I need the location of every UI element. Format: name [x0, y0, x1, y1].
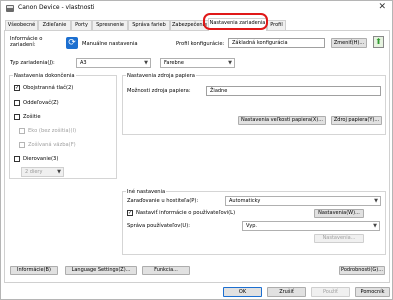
device-type-select[interactable]: A3 ▼	[76, 58, 151, 68]
cancel-button[interactable]: Zrušiť	[267, 287, 306, 297]
duplex-label: Obojstranná tlač(2)	[23, 85, 74, 91]
spool-select[interactable]: Automaticky ▼	[225, 196, 381, 206]
finishing-title: Nastavenia dokončenia	[13, 73, 76, 79]
ok-button[interactable]: OK	[223, 287, 262, 297]
tab-color-management[interactable]: Správa farieb	[128, 20, 170, 30]
paper-source-option-label: Možnosti zdroja papiera:	[127, 88, 191, 94]
tab-sharing[interactable]: Zdieľanie	[38, 20, 71, 30]
paper-source-group: Nastavenia zdroja papiera Možnosti zdroj…	[122, 73, 386, 135]
tab-ports[interactable]: Porty	[71, 20, 92, 30]
saddle-label: Zošívaná väzba(F)	[28, 142, 76, 148]
spool-value: Automaticky	[229, 198, 261, 204]
config-profile-label: Profil konfigurácie:	[176, 41, 225, 47]
chevron-down-icon: ▼	[144, 60, 148, 66]
chevron-down-icon: ▼	[373, 223, 377, 229]
printer-icon	[6, 5, 14, 12]
separator-checkbox[interactable]	[14, 100, 20, 106]
properties-window: Canon Device - vlastnosti ✕ Všeobecné Zd…	[0, 0, 393, 300]
paper-size-settings-button[interactable]: Nastavenia veľkosti papiera(X)...	[238, 116, 326, 125]
finishing-group: Nastavenia dokončenia ✓ Obojstranná tlač…	[9, 73, 117, 179]
punch-checkbox[interactable]	[14, 156, 20, 162]
stapler-checkbox[interactable]	[14, 114, 20, 120]
title-bar: Canon Device - vlastnosti ✕	[1, 1, 392, 17]
chevron-down-icon: ▼	[57, 169, 61, 175]
paper-source-option-field: Žiadne	[206, 86, 381, 96]
holes-select[interactable]: 2 diery ▼	[21, 167, 64, 177]
settings-button[interactable]: Nastavenia...	[314, 234, 364, 243]
separator-label: Oddeľovač(Z)	[23, 100, 59, 106]
user-info-label: Nastaviť informácie o používateľovi(L)	[136, 210, 236, 216]
color-mode-select[interactable]: Farebne ▼	[160, 58, 235, 68]
change-button[interactable]: Zmeniť(H)...	[331, 38, 367, 48]
help-button[interactable]: Pomocník	[355, 287, 390, 297]
device-settings-panel: Informácie o zariadení: ⟳ Manuálne nasta…	[4, 30, 390, 283]
user-mgmt-label: Správa používateľov(U):	[127, 223, 190, 229]
spool-label: Zaraďovanie u hostiteľa(P):	[127, 198, 199, 204]
tab-advanced[interactable]: Spresnenie	[92, 20, 128, 30]
device-type-label: Typ zariadenia(J):	[10, 60, 55, 66]
sync-icon[interactable]: ⟳	[66, 37, 78, 49]
window-title: Canon Device - vlastnosti	[18, 4, 95, 11]
tab-general[interactable]: Všeobecné	[5, 20, 38, 30]
info-button[interactable]: Informácie(B)	[10, 266, 58, 275]
user-settings-button[interactable]: Nastavenia(W)...	[314, 209, 364, 218]
duplex-checkbox[interactable]: ✓	[14, 85, 20, 91]
paper-source-title: Nastavenia zdroja papiera	[126, 73, 196, 79]
other-settings-title: Iné nastavenia	[126, 189, 167, 195]
chevron-down-icon: ▼	[374, 198, 378, 204]
punch-label: Dierovanie(3)	[23, 156, 59, 162]
config-profile-field: Základná konfigurácia	[228, 38, 325, 48]
manual-settings-label: Manuálne nastavenia	[82, 41, 138, 47]
highlight-ring	[203, 13, 268, 30]
user-mgmt-value: Vyp.	[246, 223, 258, 229]
chevron-down-icon: ▼	[228, 60, 232, 66]
other-settings-group: Iné nastavenia Zaraďovanie u hostiteľa(P…	[122, 189, 386, 255]
color-mode-value: Farebne	[164, 60, 184, 66]
apply-button[interactable]: Použiť	[311, 287, 350, 297]
stapleless-checkbox[interactable]	[19, 128, 25, 134]
close-icon[interactable]: ✕	[378, 2, 386, 12]
user-mgmt-select[interactable]: Vyp. ▼	[242, 221, 380, 231]
details-button[interactable]: Podrobnosti(G)...	[339, 266, 385, 275]
function-button[interactable]: Funkcia...	[142, 266, 190, 275]
user-info-checkbox[interactable]: ✓	[127, 210, 133, 216]
tab-profile[interactable]: Profil	[267, 20, 286, 30]
stapleless-label: Eko (bez zošitia)(I)	[28, 128, 77, 134]
language-settings-button[interactable]: Language Settings(Z)...	[65, 266, 137, 275]
up-arrow-icon[interactable]: ⬆	[373, 36, 384, 48]
device-info-label: Informácie o zariadení:	[10, 36, 43, 48]
stapler-label: Zošitie	[23, 114, 41, 120]
tab-strip: Všeobecné Zdieľanie Porty Spresnenie Spr…	[5, 18, 390, 31]
saddle-checkbox[interactable]	[19, 142, 25, 148]
paper-source-button[interactable]: Zdroj papiera(Y)...	[331, 116, 382, 125]
device-type-value: A3	[80, 60, 87, 66]
holes-value: 2 diery	[25, 169, 43, 175]
